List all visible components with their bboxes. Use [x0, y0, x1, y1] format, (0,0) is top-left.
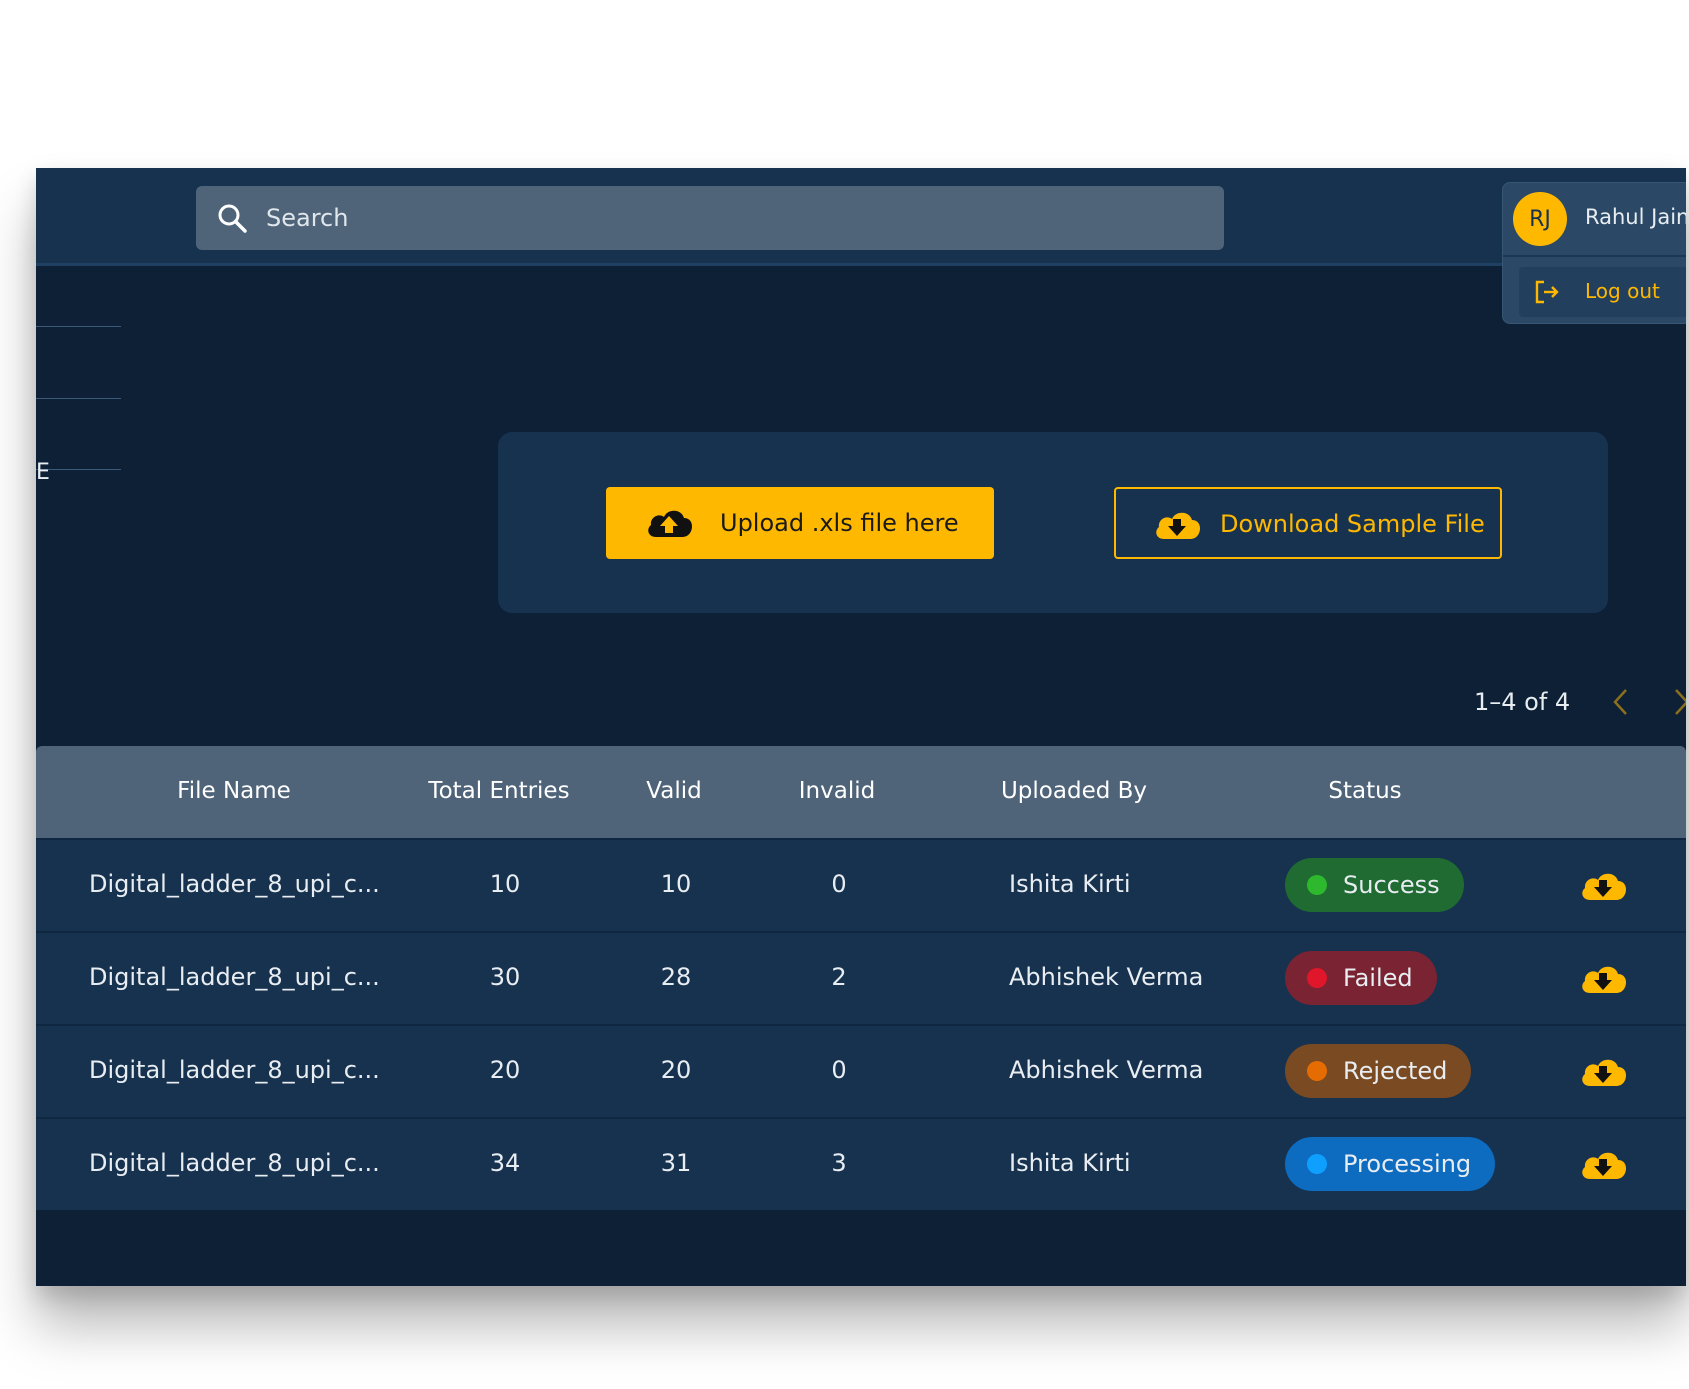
valid-cell: 31	[660, 1149, 692, 1177]
valid-cell: 10	[660, 870, 692, 898]
logout-icon	[1535, 280, 1559, 304]
status-label: Success	[1343, 871, 1440, 899]
app-window: RJ Rahul Jain Log out E Upload .xls file…	[36, 168, 1686, 1286]
sidebar-item-fragment[interactable]: E	[36, 460, 50, 485]
cloud-download-icon[interactable]	[1578, 1145, 1628, 1185]
upload-button-label: Upload .xls file here	[720, 509, 959, 537]
table-row[interactable]: Digital_ladder_8_upi_c... 10 10 0 Ishita…	[36, 838, 1686, 931]
column-header-invalid[interactable]: Invalid	[799, 778, 875, 804]
uploaded-by-cell: Ishita Kirti	[1009, 1149, 1131, 1177]
download-sample-label: Download Sample File	[1220, 510, 1485, 538]
column-header-file-name[interactable]: File Name	[177, 778, 291, 804]
total-entries-cell: 30	[489, 963, 521, 991]
invalid-cell: 0	[831, 1056, 847, 1084]
table-header: File Name Total Entries Valid Invalid Up…	[36, 746, 1686, 838]
logout-label: Log out	[1585, 279, 1660, 303]
cloud-download-icon[interactable]	[1578, 866, 1628, 906]
column-header-total-entries[interactable]: Total Entries	[428, 778, 569, 804]
search-bar[interactable]	[196, 186, 1224, 250]
status-dot-icon	[1307, 968, 1327, 988]
status-dot-icon	[1307, 1061, 1327, 1081]
avatar[interactable]: RJ	[1513, 192, 1567, 246]
user-name: Rahul Jain	[1585, 205, 1686, 229]
uploaded-by-cell: Abhishek Verma	[1009, 963, 1204, 991]
total-entries-cell: 10	[489, 870, 521, 898]
status-badge: Processing	[1285, 1137, 1496, 1191]
uploaded-by-cell: Ishita Kirti	[1009, 870, 1131, 898]
status-dot-icon	[1307, 875, 1327, 895]
chevron-left-icon[interactable]	[1606, 684, 1636, 720]
status-dot-icon	[1307, 1154, 1327, 1174]
divider	[1503, 255, 1686, 257]
total-entries-cell: 20	[489, 1056, 521, 1084]
column-header-valid[interactable]: Valid	[646, 778, 701, 804]
table-row[interactable]: Digital_ladder_8_upi_c... 30 28 2 Abhish…	[36, 931, 1686, 1024]
upload-button[interactable]: Upload .xls file here	[606, 487, 994, 559]
file-name-cell[interactable]: Digital_ladder_8_upi_c...	[89, 1056, 380, 1084]
sidebar-divider	[36, 398, 121, 399]
column-header-status[interactable]: Status	[1328, 778, 1401, 804]
total-entries-cell: 34	[489, 1149, 521, 1177]
uploaded-by-cell: Abhishek Verma	[1009, 1056, 1204, 1084]
file-name-cell[interactable]: Digital_ladder_8_upi_c...	[89, 963, 380, 991]
valid-cell: 28	[660, 963, 692, 991]
logout-button[interactable]: Log out	[1519, 267, 1686, 317]
chevron-right-icon[interactable]	[1666, 684, 1686, 720]
file-name-cell[interactable]: Digital_ladder_8_upi_c...	[89, 870, 380, 898]
status-label: Processing	[1343, 1150, 1472, 1178]
cloud-download-icon[interactable]	[1578, 959, 1628, 999]
status-label: Failed	[1343, 964, 1413, 992]
table-row[interactable]: Digital_ladder_8_upi_c... 34 31 3 Ishita…	[36, 1117, 1686, 1210]
download-sample-button[interactable]: Download Sample File	[1114, 487, 1502, 559]
sidebar-divider	[36, 326, 121, 327]
status-badge: Rejected	[1285, 1044, 1472, 1098]
column-header-uploaded-by[interactable]: Uploaded By	[1001, 778, 1147, 804]
status-badge: Failed	[1285, 951, 1437, 1005]
user-menu: RJ Rahul Jain Log out	[1502, 182, 1686, 324]
invalid-cell: 3	[831, 1149, 847, 1177]
invalid-cell: 2	[831, 963, 847, 991]
cloud-download-icon[interactable]	[1578, 1052, 1628, 1092]
cloud-upload-icon	[648, 510, 692, 537]
table-row[interactable]: Digital_ladder_8_upi_c... 20 20 0 Abhish…	[36, 1024, 1686, 1117]
cloud-download-icon	[1156, 512, 1200, 539]
table-body: Digital_ladder_8_upi_c... 10 10 0 Ishita…	[36, 838, 1686, 1210]
status-label: Rejected	[1343, 1057, 1448, 1085]
upload-panel: Upload .xls file here Download Sample Fi…	[498, 432, 1608, 613]
status-badge: Success	[1285, 858, 1464, 912]
pagination-range: 1–4 of 4	[1474, 688, 1571, 716]
invalid-cell: 0	[831, 870, 847, 898]
top-bar	[36, 168, 1686, 266]
search-icon	[218, 204, 247, 233]
valid-cell: 20	[660, 1056, 692, 1084]
search-input[interactable]	[266, 186, 1166, 250]
file-name-cell[interactable]: Digital_ladder_8_upi_c...	[89, 1149, 380, 1177]
